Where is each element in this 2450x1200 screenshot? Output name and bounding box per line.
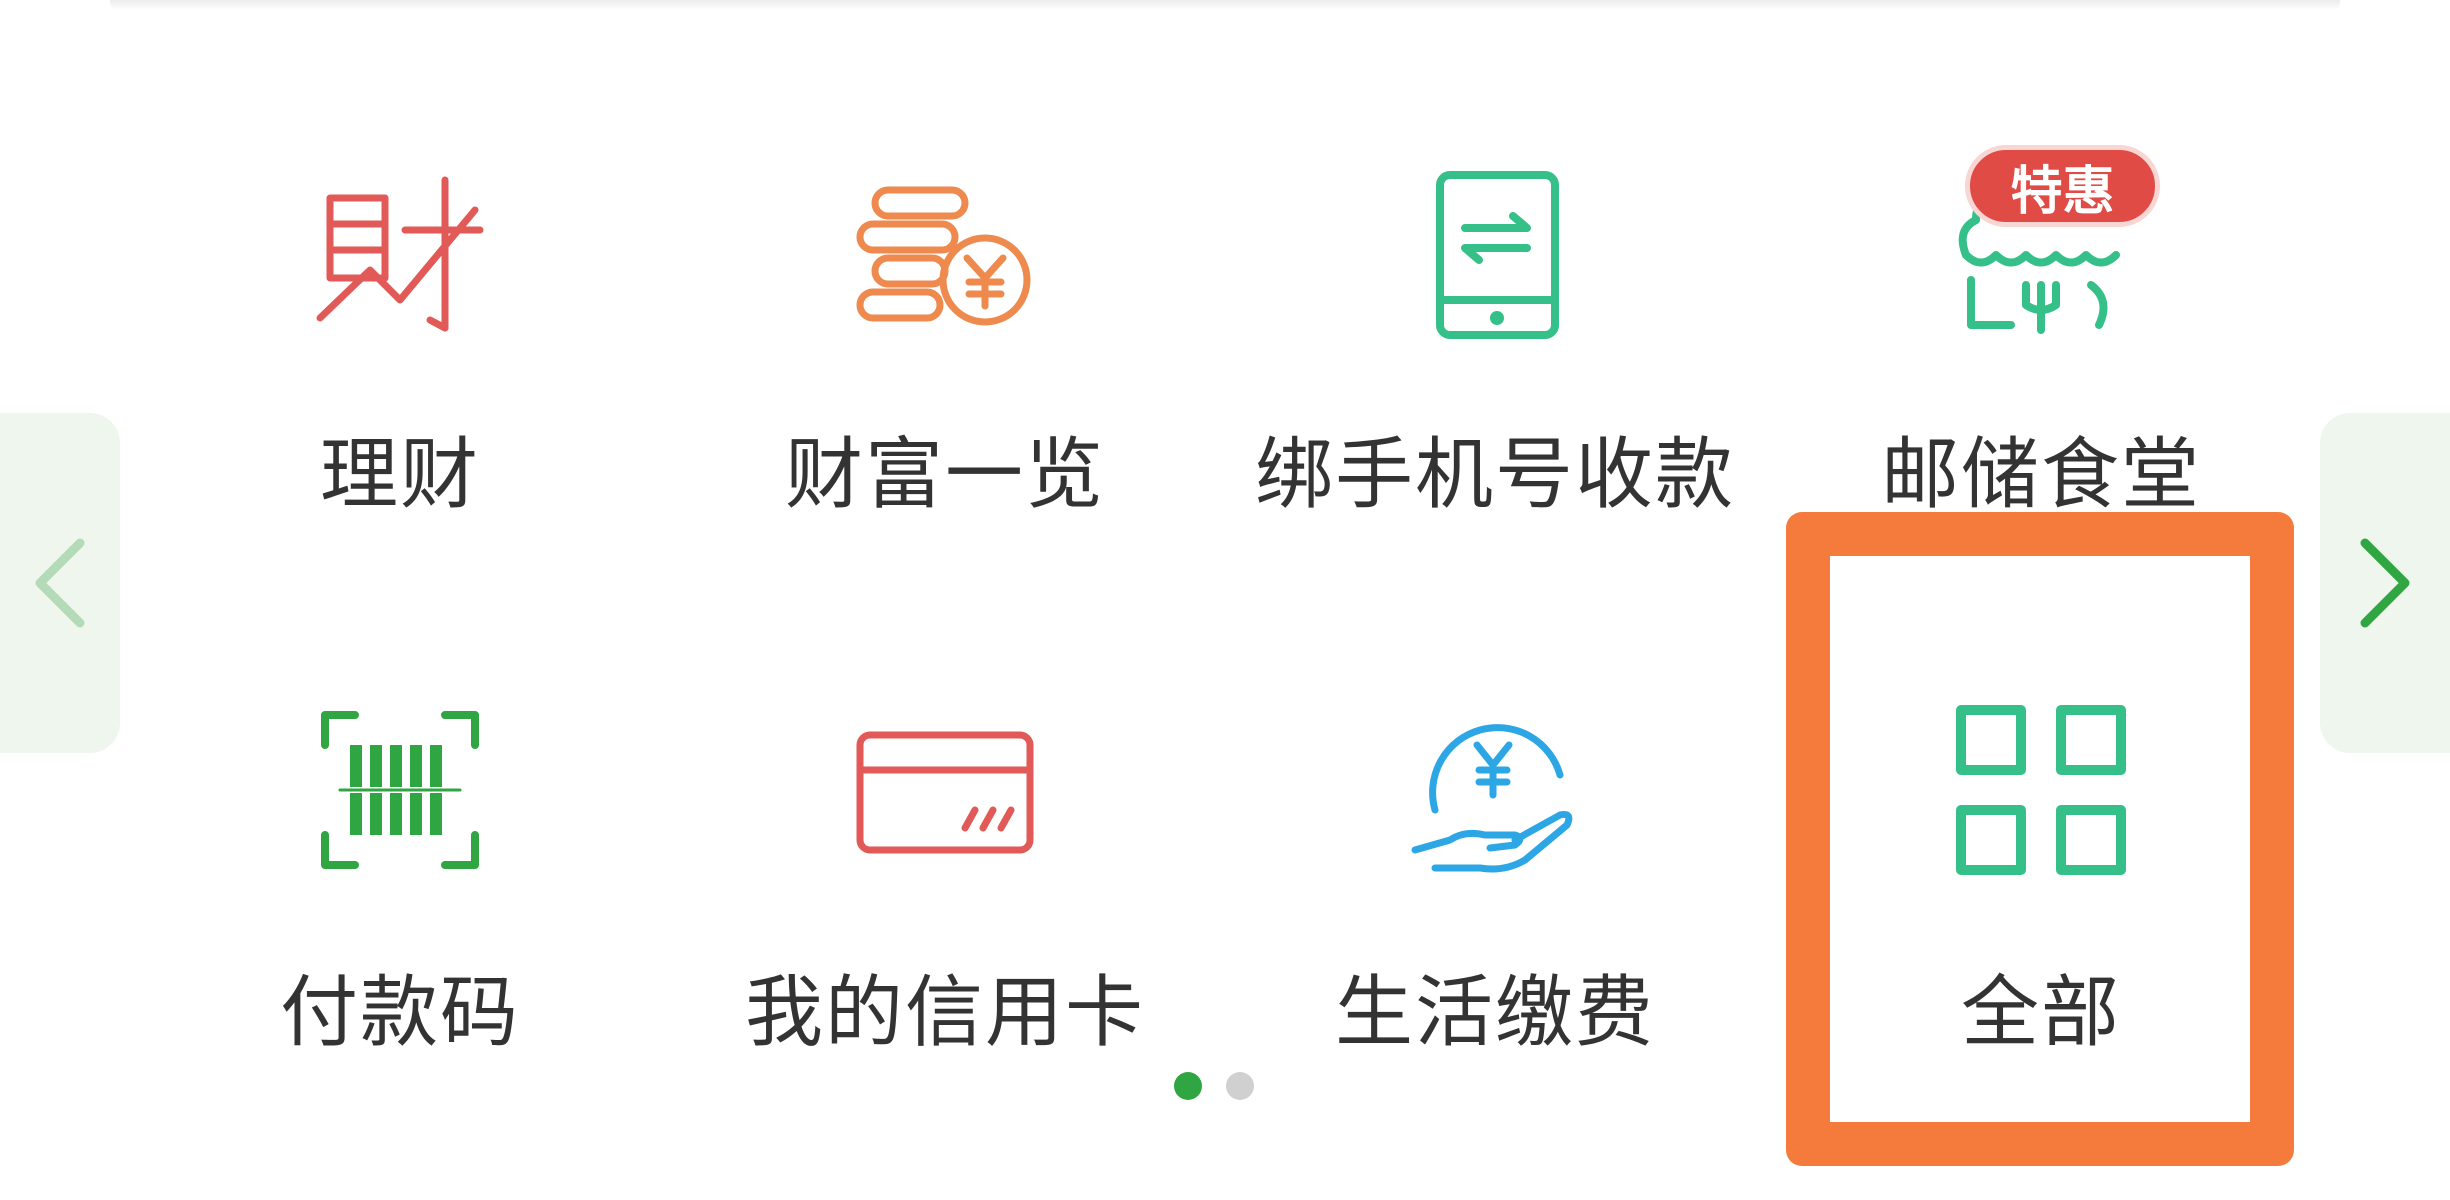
shortcut-label: 付款码 (279, 968, 520, 1058)
chevron-left-icon (35, 538, 85, 628)
coins-yen-icon (835, 140, 1055, 360)
shortcut-label: 绑手机号收款 (1254, 430, 1735, 520)
page-indicator (1174, 1072, 1254, 1100)
shortcut-credit-card[interactable]: 我的信用卡 (670, 670, 1220, 1190)
credit-card-icon (835, 680, 1055, 900)
barcode-scan-icon (290, 680, 510, 900)
shortcut-all[interactable]: 全部 (1766, 670, 2316, 1190)
shortcut-wealth-overview[interactable]: 财富一览 (670, 130, 1220, 650)
page-dot-active (1174, 1072, 1202, 1100)
hand-yen-icon (1385, 680, 1605, 900)
shortcut-label: 生活缴费 (1334, 968, 1655, 1058)
top-card-edge (110, 0, 2340, 10)
shortcut-label: 我的信用卡 (744, 968, 1145, 1058)
shortcut-bind-phone-receive[interactable]: 绑手机号收款 (1220, 130, 1770, 650)
finance-icon (290, 140, 510, 360)
shortcut-label: 全部 (1960, 968, 2121, 1058)
shortcut-label: 邮储食堂 (1880, 430, 2201, 520)
shortcut-payment-code[interactable]: 付款码 (125, 670, 675, 1190)
shortcut-finance[interactable]: 理财 (125, 130, 675, 650)
shortcut-label: 理财 (319, 430, 480, 520)
chevron-right-icon (2360, 538, 2410, 628)
shortcut-label: 财富一览 (784, 430, 1105, 520)
shortcut-life-payment[interactable]: 生活缴费 (1220, 670, 1770, 1190)
phone-transfer-icon (1385, 140, 1605, 360)
next-page-button[interactable] (2320, 413, 2450, 753)
promo-badge: 特惠 (1965, 145, 2160, 227)
grid-all-icon (1931, 680, 2151, 900)
page-dot (1226, 1072, 1254, 1100)
prev-page-button[interactable] (0, 413, 120, 753)
